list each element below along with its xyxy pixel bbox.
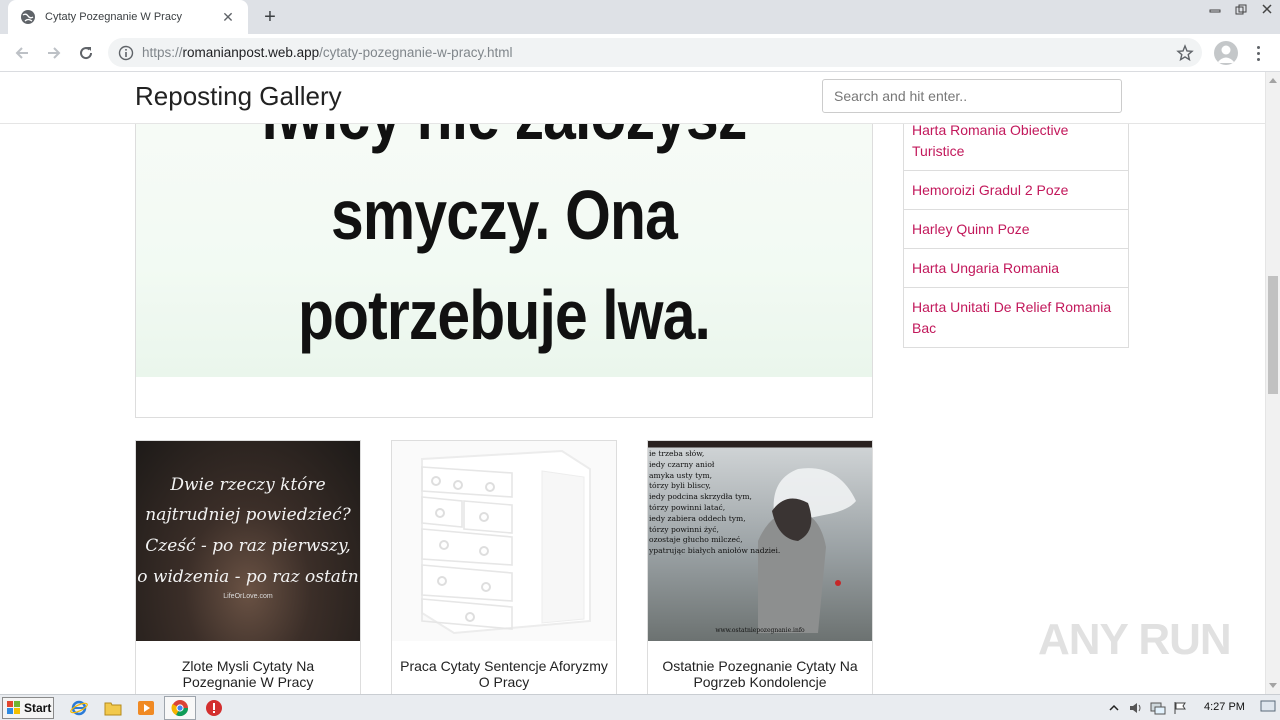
taskbar-clock[interactable]: 4:27 PM [1204,701,1245,713]
info-icon[interactable] [118,45,134,61]
address-bar[interactable]: https://romanianpost.web.app/cytaty-poze… [108,38,1202,67]
poem-line: tórzy byli bliscy, [649,481,711,491]
featured-image-line: smyczy. Ona [331,176,678,254]
poem-line: ie trzeba słów, [649,449,705,458]
thumbnail-image[interactable]: ie trzeba słów, iedy czarny anioł amyka … [648,441,872,641]
start-label: Start [24,701,52,715]
url-host: romanianpost.web.app [182,45,320,60]
close-tab-icon[interactable]: ✕ [220,9,236,25]
featured-image-card: lwicy nie założysz smyczy. Ona potrzebuj… [135,102,873,418]
bookmark-star-icon[interactable] [1176,44,1194,62]
sidebar-item-harley-quinn-poze[interactable]: Harley Quinn Poze [904,209,1128,248]
scrollbar-thumb[interactable] [1268,276,1278,394]
thumbnail-image-text: o widzenia - po raz ostatn [137,567,359,587]
poem-line: ypatrując białych aniołów nadziei. [649,546,781,556]
site-header: Reposting Gallery [0,72,1265,124]
thumbnail-image-text: najtrudniej powiedzieć? [145,505,351,525]
reload-icon[interactable] [74,41,98,65]
featured-image-line: potrzebuje lwa. [297,276,711,354]
windows-taskbar: Start 4:27 PM [0,694,1280,720]
thumbnail-card[interactable]: Dwie rzeczy które najtrudniej powiedzieć… [135,440,361,694]
file-explorer-icon[interactable] [104,699,122,717]
start-button[interactable]: Start [2,697,54,719]
globe-icon [20,9,36,25]
page-scrollbar[interactable] [1265,72,1280,694]
restore-icon[interactable] [1228,0,1254,18]
sidebar-item-hemoroizi-gradul-2-poze[interactable]: Hemoroizi Gradul 2 Poze [904,170,1128,209]
thumbnail-caption[interactable]: Zlote Mysli Cytaty Na Pozegnanie W Pracy [144,658,352,690]
poem-line: iedy podcina skrzydła tym, [649,492,752,502]
search-input[interactable] [822,79,1122,113]
browser-menu-icon[interactable] [1250,44,1266,62]
back-arrow-icon[interactable] [10,41,34,65]
page-viewport: Reposting Gallery lwicy nie założysz smy… [0,72,1265,694]
url-path: /cytaty-pozegnanie-w-pracy.html [319,45,513,60]
media-player-icon[interactable] [137,699,155,717]
thumbnail-image-source: www.ostatniepozegnanie.info [715,627,805,634]
thumbnail-image-source: LifeOrLove.com [223,593,273,600]
network-icon[interactable] [1150,700,1166,716]
thumbnail-card[interactable]: Praca Cytaty Sentencje Aforyzmy O Pracy [391,440,617,694]
minimize-icon[interactable] [1202,0,1228,18]
dresser-illustration [421,449,591,635]
scroll-down-arrow-icon[interactable] [1269,683,1277,688]
poem-line: ozostaje głucho milczeć, [649,535,743,545]
thumbnail-image-text: Cześć - po raz pierwszy, [145,536,351,556]
poem-line: amyka usty tym, [649,470,713,480]
window-controls [1202,0,1280,20]
tray-expand-icon[interactable] [1106,700,1122,716]
thumbnail-caption[interactable]: Praca Cytaty Sentencje Aforyzmy O Pracy [400,658,608,690]
show-desktop-icon[interactable] [1260,699,1276,713]
sidebar-item-harta-ungaria-romania[interactable]: Harta Ungaria Romania [904,248,1128,287]
forward-arrow-icon[interactable] [42,41,66,65]
new-tab-button[interactable]: + [258,6,282,28]
scroll-up-arrow-icon[interactable] [1269,78,1277,83]
poem-line: iedy czarny anioł [649,459,715,469]
tab-title: Cytaty Pozegnanie W Pracy [45,11,182,23]
sidebar-item-harta-unitati-de-relief-romania-bac[interactable]: Harta Unitati De Relief Romania Bac [904,287,1128,347]
thumbnail-card[interactable]: ie trzeba słów, iedy czarny anioł amyka … [647,440,873,694]
internet-explorer-icon[interactable] [70,699,88,717]
poem-line: tórzy powinni żyć, [649,524,719,534]
featured-image[interactable]: lwicy nie założysz smyczy. Ona potrzebuj… [136,103,872,377]
url-text: https://romanianpost.web.app/cytaty-poze… [142,45,512,60]
thumbnail-image[interactable]: Dwie rzeczy które najtrudniej powiedzieć… [136,441,360,641]
browser-toolbar: https://romanianpost.web.app/cytaty-poze… [0,34,1280,72]
thumbnail-image-text: Dwie rzeczy które [170,475,326,495]
action-center-flag-icon[interactable] [1172,700,1188,716]
windows-logo-icon [7,701,21,715]
volume-icon[interactable] [1128,700,1144,716]
thumbnail-image[interactable] [392,441,616,641]
poem-line: iedy zabiera oddech tym, [649,513,746,523]
stop-sign-icon[interactable] [205,699,223,717]
thumbnail-caption[interactable]: Ostatnie Pozegnanie Cytaty Na Pogrzeb Ko… [656,658,864,690]
profile-avatar-icon[interactable] [1214,41,1238,65]
browser-tab-bar: Cytaty Pozegnanie W Pracy ✕ + [0,0,1280,34]
system-tray [1106,696,1280,720]
thumbnail-image-poem: ie trzeba słów, iedy czarny anioł amyka … [648,449,798,557]
browser-tab[interactable]: Cytaty Pozegnanie W Pracy ✕ [8,0,248,34]
anyrun-watermark: ANY RUN [1038,615,1232,664]
chrome-icon[interactable] [171,699,189,717]
poem-line: tórzy powinni latać, [649,502,726,512]
sidebar-list: Harta Romania Obiective Turistice Hemoro… [903,98,1129,348]
url-prefix: https:// [142,45,183,60]
site-brand[interactable]: Reposting Gallery [135,81,342,112]
close-window-icon[interactable] [1254,0,1280,18]
